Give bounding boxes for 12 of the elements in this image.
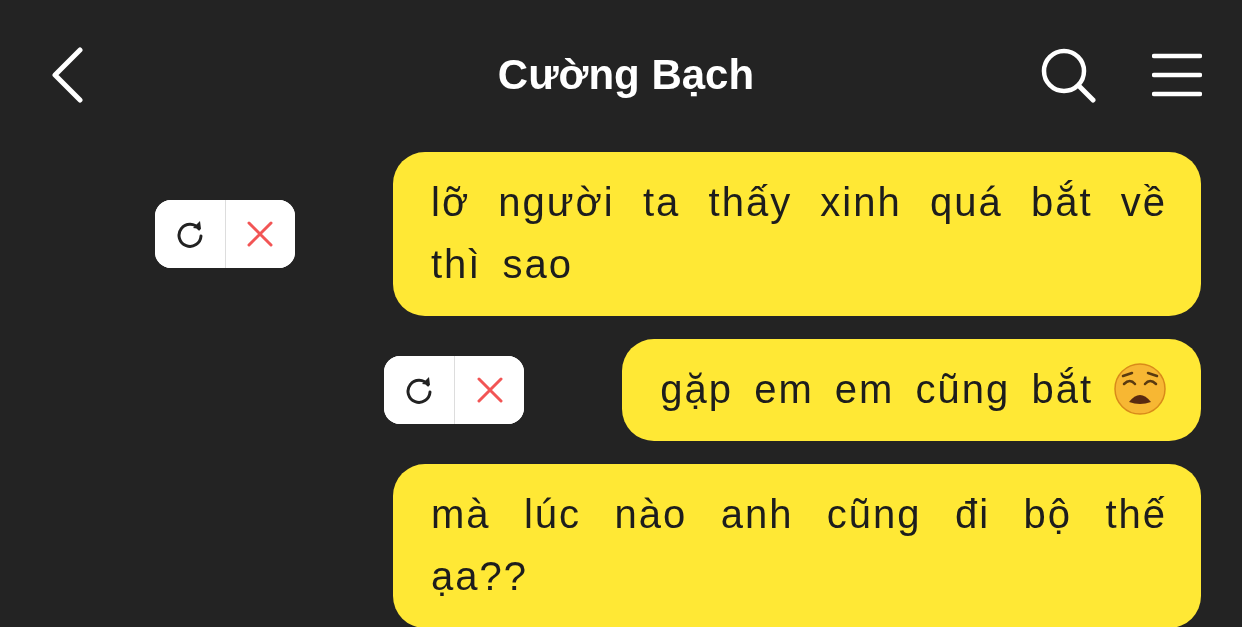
refresh-icon xyxy=(174,219,205,249)
message-text: gặp em em cũng bắt xyxy=(660,366,1093,413)
message-text: mà lúc nào anh cũng đi bộ thế ạa?? xyxy=(431,491,1167,600)
message-text: lỡ người ta thấy xinh quá bắt về thì sao xyxy=(431,179,1167,288)
delete-button[interactable] xyxy=(453,356,525,424)
search-icon[interactable] xyxy=(1040,47,1096,103)
close-icon xyxy=(476,377,503,403)
close-icon xyxy=(247,221,274,247)
delete-button[interactable] xyxy=(224,200,295,268)
chat-title: Cường Bạch xyxy=(496,51,756,99)
back-icon[interactable] xyxy=(50,47,84,103)
menu-icon[interactable] xyxy=(1152,53,1202,97)
